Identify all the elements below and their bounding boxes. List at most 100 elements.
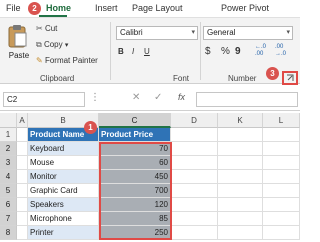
cell[interactable] — [218, 170, 263, 184]
column-header-l[interactable]: L — [263, 113, 300, 128]
table-cell-name[interactable]: Printer — [28, 226, 99, 240]
row-header[interactable]: 1 — [0, 128, 17, 142]
table-cell-name[interactable]: Keyboard — [28, 142, 99, 156]
italic-button[interactable]: I — [132, 47, 134, 56]
formula-bar: C2 ⋮ ✕ ✓ fx — [0, 85, 300, 111]
decrease-decimal-line2: →.0 — [275, 51, 287, 57]
cell[interactable] — [171, 198, 218, 212]
row-header[interactable]: 8 — [0, 226, 17, 240]
cell[interactable] — [263, 198, 300, 212]
cell[interactable] — [263, 212, 300, 226]
spreadsheet-grid: A B C D K L 1 2 3 4 5 6 7 8 Product Name… — [0, 113, 300, 242]
callout-1-badge: 1 — [84, 121, 97, 134]
table-header-product-price[interactable]: Product Price — [99, 128, 171, 142]
brush-icon: ✎ — [36, 56, 43, 66]
copy-button[interactable]: ⧉ Copy ▾ — [36, 40, 68, 50]
cancel-icon[interactable]: ✕ — [132, 92, 140, 103]
table-cell-name[interactable]: Monitor — [28, 170, 99, 184]
tab-file[interactable]: File — [6, 3, 21, 13]
cell[interactable] — [171, 226, 218, 240]
cell[interactable] — [17, 128, 28, 142]
increase-decimal-line1: ←.0 — [255, 44, 267, 50]
decrease-decimal-line1: .00 — [275, 44, 284, 50]
callout-3-badge: 3 — [266, 67, 279, 80]
ribbon: Paste ✂ Cut ⧉ Copy ▾ ✎ Format Painter Cl… — [0, 17, 300, 85]
cell[interactable] — [171, 184, 218, 198]
cell[interactable] — [218, 142, 263, 156]
format-painter-button[interactable]: ✎ Format Painter — [36, 56, 98, 65]
cell[interactable] — [171, 128, 218, 142]
currency-icon: $ — [205, 46, 211, 57]
name-box[interactable]: C2 — [3, 92, 85, 107]
cell[interactable] — [17, 142, 28, 156]
enter-icon[interactable]: ✓ — [154, 92, 162, 103]
cell[interactable] — [218, 184, 263, 198]
clipboard-group-label: Clipboard — [40, 74, 75, 83]
select-all-corner[interactable] — [0, 113, 17, 128]
column-header-d[interactable]: D — [171, 113, 218, 128]
row-header[interactable]: 7 — [0, 212, 17, 226]
percent-button[interactable]: % — [221, 46, 230, 57]
cut-button[interactable]: ✂ Cut — [36, 24, 57, 33]
row-header[interactable]: 2 — [0, 142, 17, 156]
cell[interactable] — [263, 142, 300, 156]
cell[interactable] — [17, 156, 28, 170]
tab-insert[interactable]: Insert — [95, 3, 118, 13]
cell[interactable] — [17, 170, 28, 184]
cell[interactable] — [218, 128, 263, 142]
cell[interactable] — [218, 156, 263, 170]
cell[interactable] — [218, 212, 263, 226]
underline-button[interactable]: U — [144, 47, 150, 56]
selected-range-highlight — [99, 142, 172, 240]
comma-style-button[interactable]: 9 — [235, 46, 241, 57]
tab-page-layout[interactable]: Page Layout — [132, 3, 183, 13]
cell[interactable] — [263, 128, 300, 142]
font-name-value: Calibri — [120, 28, 143, 37]
increase-decimal-button[interactable]: ←.0 .00 — [255, 44, 266, 58]
tab-home[interactable]: Home — [46, 3, 71, 13]
cell[interactable] — [171, 156, 218, 170]
comma-style-icon: 9 — [235, 46, 241, 57]
bold-button[interactable]: B — [118, 47, 124, 56]
column-header-c[interactable]: C — [99, 113, 171, 128]
cell[interactable] — [17, 212, 28, 226]
callout-2-badge: 2 — [28, 2, 41, 15]
ribbon-separator — [200, 22, 201, 80]
tab-power-pivot[interactable]: Power Pivot — [221, 3, 269, 13]
cell[interactable] — [218, 198, 263, 212]
number-group-label: Number — [228, 74, 257, 83]
cell[interactable] — [263, 226, 300, 240]
table-cell-name[interactable]: Microphone — [28, 212, 99, 226]
row-header[interactable]: 6 — [0, 198, 17, 212]
cell[interactable] — [171, 212, 218, 226]
decrease-decimal-button[interactable]: .00 →.0 — [275, 44, 286, 58]
currency-button[interactable]: $ — [205, 46, 211, 57]
insert-function-icon[interactable]: fx — [178, 92, 185, 102]
row-header[interactable]: 3 — [0, 156, 17, 170]
row-header[interactable]: 5 — [0, 184, 17, 198]
cell[interactable] — [171, 170, 218, 184]
cell[interactable] — [263, 184, 300, 198]
cell[interactable] — [171, 142, 218, 156]
chevron-down-icon: ▾ — [286, 29, 290, 36]
formula-input[interactable] — [196, 92, 298, 107]
table-cell-name[interactable]: Mouse — [28, 156, 99, 170]
paste-icon — [8, 25, 27, 48]
column-header-a[interactable]: A — [17, 113, 28, 128]
paste-button[interactable]: Paste — [6, 23, 32, 63]
cell[interactable] — [17, 198, 28, 212]
table-cell-name[interactable]: Speakers — [28, 198, 99, 212]
row-header[interactable]: 4 — [0, 170, 17, 184]
font-group-label: Font — [173, 74, 190, 83]
table-cell-name[interactable]: Graphic Card — [28, 184, 99, 198]
dialog-launcher-icon[interactable] — [286, 74, 294, 82]
cell[interactable] — [17, 226, 28, 240]
cell[interactable] — [17, 184, 28, 198]
cell[interactable] — [263, 156, 300, 170]
number-format-dropdown[interactable]: General ▾ — [203, 26, 293, 40]
paste-label: Paste — [8, 51, 30, 60]
column-header-k[interactable]: K — [218, 113, 263, 128]
font-name-dropdown[interactable]: Calibri ▾ — [116, 26, 198, 40]
cell[interactable] — [218, 226, 263, 240]
cell[interactable] — [263, 170, 300, 184]
